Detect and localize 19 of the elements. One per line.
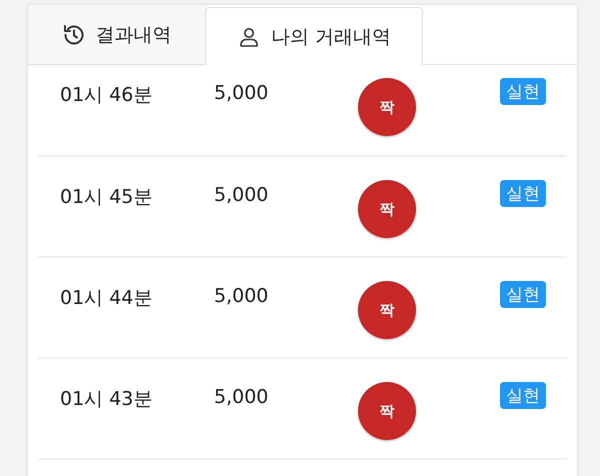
- time-text: 01시 46분: [59, 83, 154, 108]
- status-badge: 실현: [500, 180, 546, 207]
- status-badge: 실현: [500, 78, 546, 105]
- time-text: 01시 45분: [59, 185, 154, 210]
- pick-ball: 짝: [358, 281, 416, 339]
- status-badge: 실현: [500, 382, 546, 409]
- pick-ball: 짝: [358, 180, 416, 238]
- history-icon: [62, 22, 86, 46]
- pick-ball: 짝: [358, 78, 416, 136]
- pick-ball: 짝: [358, 382, 416, 440]
- tab[interactable]: 결과내역: [28, 5, 205, 64]
- time-text: 01시 43분: [59, 387, 154, 412]
- amount-text: 5,000: [214, 184, 270, 206]
- amount-text: 5,000: [214, 82, 270, 104]
- amount-text: 5,000: [214, 386, 270, 408]
- time-text: 01시 44분: [59, 286, 154, 311]
- tab[interactable]: 나의 거래내역: [205, 7, 423, 65]
- status-badge: 실현: [500, 281, 546, 308]
- amount-text: 5,000: [214, 285, 270, 307]
